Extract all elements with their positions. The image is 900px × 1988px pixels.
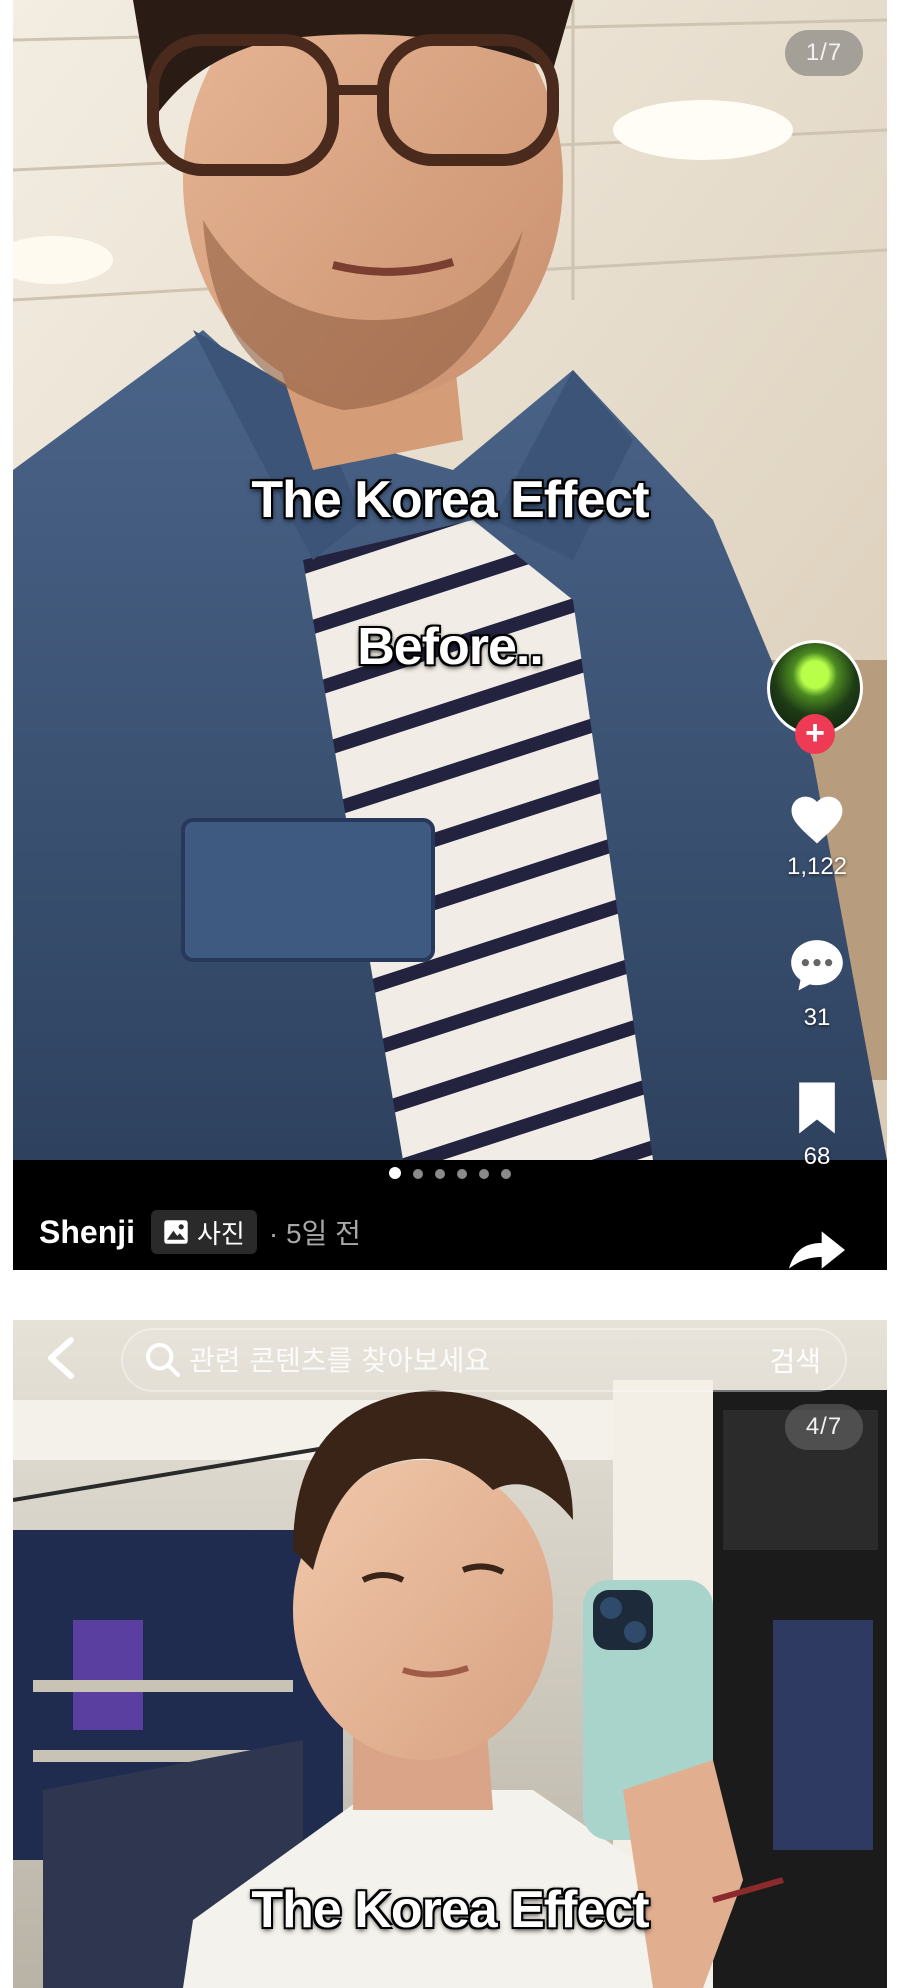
share-icon <box>789 1231 845 1269</box>
photo-type-badge: 사진 <box>151 1210 257 1254</box>
post-meta: Shenji 사진 · 5일 전 <box>39 1210 361 1254</box>
follow-plus-icon[interactable]: + <box>795 714 835 754</box>
caption-before: Before.. <box>357 618 544 676</box>
search-input[interactable] <box>189 1343 770 1377</box>
heart-icon <box>791 796 843 844</box>
carousel-dot[interactable] <box>479 1169 489 1179</box>
selfie-illustration-before <box>13 0 887 1160</box>
post-card-1: 1/7 The Korea Effect Before.. + 1,122 31… <box>13 0 887 1270</box>
caption-title: The Korea Effect <box>251 471 649 529</box>
carousel-dot[interactable] <box>389 1167 401 1179</box>
author-avatar-button[interactable]: + <box>767 640 867 754</box>
search-bar[interactable]: 검색 <box>121 1328 847 1392</box>
carousel-dot[interactable] <box>413 1169 423 1179</box>
back-button[interactable] <box>41 1336 81 1380</box>
search-submit-button[interactable]: 검색 <box>769 1340 821 1380</box>
carousel-dots <box>13 1166 887 1184</box>
carousel-dot[interactable] <box>501 1169 511 1179</box>
search-top-bar: 검색 <box>13 1320 887 1400</box>
like-button[interactable]: 1,122 <box>767 790 867 881</box>
comment-button[interactable]: 31 <box>767 935 867 1032</box>
page-indicator: 4/7 <box>785 1404 863 1450</box>
page-indicator: 1/7 <box>785 30 863 76</box>
comment-count: 31 <box>803 1004 831 1031</box>
post-photo-before[interactable] <box>13 0 887 1160</box>
bookmark-icon <box>799 1082 835 1134</box>
caption-title: The Korea Effect <box>251 1881 649 1939</box>
back-chevron-icon <box>48 1337 74 1379</box>
share-button[interactable] <box>767 1230 867 1270</box>
save-button[interactable]: 68 <box>767 1080 867 1171</box>
post-card-2: 검색 4/7 The Korea Effect <box>13 1320 887 1988</box>
photo-type-label: 사진 <box>197 1218 245 1249</box>
comment-icon <box>791 940 843 991</box>
author-username[interactable]: Shenji <box>39 1214 135 1251</box>
search-icon <box>146 1343 180 1377</box>
carousel-dot[interactable] <box>435 1169 445 1179</box>
like-count: 1,122 <box>786 853 848 880</box>
photo-icon <box>164 1220 188 1244</box>
posted-time: · 5일 전 <box>268 1218 361 1249</box>
carousel-dot[interactable] <box>457 1169 467 1179</box>
